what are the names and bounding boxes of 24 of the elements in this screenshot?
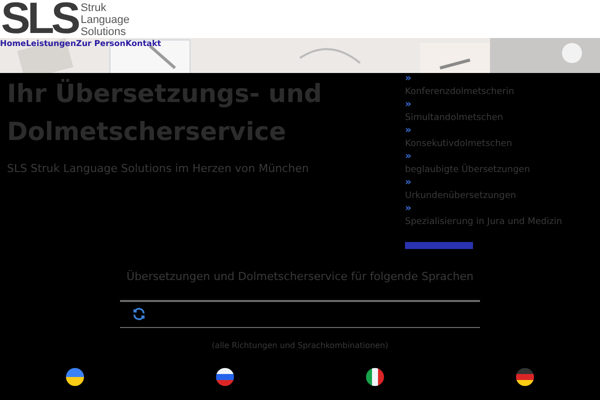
nav-link[interactable]: Kontakt	[125, 39, 162, 49]
languages-title: Übersetzungen und Dolmetscherservice für folgende Sprachen	[126, 269, 474, 285]
chevron-icon: »	[405, 100, 412, 110]
chevron-icon: »	[405, 74, 412, 84]
service-item: Simultandolmetschen	[405, 112, 504, 125]
chevron-icon: »	[405, 126, 412, 136]
nav-link[interactable]: Home	[0, 39, 26, 49]
nav-link[interactable]: Zur Person	[76, 39, 126, 49]
chevron-icon: »	[405, 152, 412, 162]
languages-note: (alle Richtungen und Sprachkombinationen)	[212, 340, 388, 352]
flag-icon	[216, 368, 234, 386]
flag-icon	[516, 368, 534, 386]
service-item: Urkundenübersetzungen	[405, 190, 518, 203]
flag-icon	[66, 368, 84, 386]
hero-subtitle: SLS Struk Language Solutions im Herzen von München	[7, 161, 310, 177]
nav-link[interactable]: Leistungen	[26, 39, 76, 49]
chevron-icon: »	[405, 204, 412, 214]
service-item: Spezialisierung in Jura und Medizin	[405, 216, 562, 229]
service-item: beglaubigte Übersetzungen	[405, 162, 531, 177]
service-item: Konsekutivdolmetschen	[405, 138, 514, 151]
refresh-icon[interactable]	[132, 307, 146, 321]
service-item: Konferenzdolmetscherin	[405, 86, 516, 99]
flag-icon	[366, 368, 384, 386]
chevron-icon: »	[405, 178, 412, 188]
